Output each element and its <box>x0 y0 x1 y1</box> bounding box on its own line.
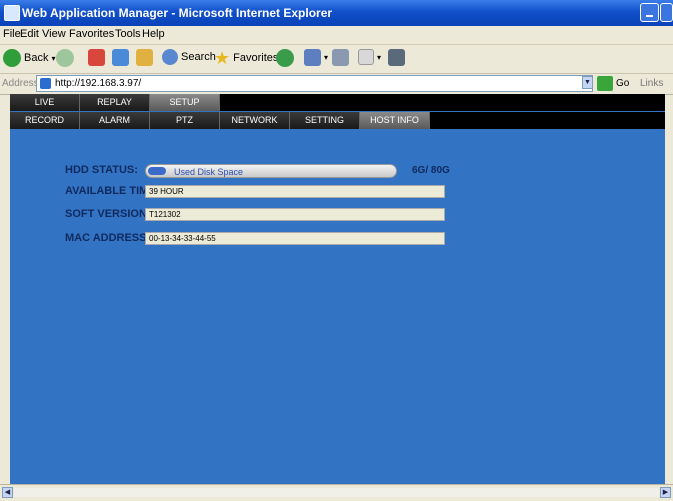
forward-button[interactable] <box>56 49 74 67</box>
menu-favorites[interactable]: Favorites <box>69 28 114 40</box>
hdd-usage-text: Used Disk Space <box>174 167 244 177</box>
hdd-usage-fill <box>148 167 166 175</box>
scroll-left-icon[interactable]: ◀ <box>2 487 13 498</box>
mail-button[interactable]: ▾ <box>304 49 328 66</box>
menu-tools[interactable]: Tools <box>115 28 141 40</box>
links-button[interactable]: Links <box>640 78 663 89</box>
menu-edit[interactable]: Edit <box>20 28 39 40</box>
menu-view[interactable]: View <box>42 28 66 40</box>
history-icon <box>276 49 294 67</box>
scroll-track[interactable] <box>14 488 659 497</box>
window-title-bar: Web Application Manager - Microsoft Inte… <box>0 0 673 26</box>
soft-version-field: T121302 <box>145 208 445 221</box>
window-title: Web Application Manager - Microsoft Inte… <box>22 6 333 20</box>
subtab-ptz[interactable]: PTZ <box>150 112 220 129</box>
mac-address-field: 00-13-34-33-44-55 <box>145 232 445 245</box>
tab-setup[interactable]: SETUP <box>150 94 220 111</box>
horizontal-scrollbar[interactable]: ◀ ▶ <box>0 484 673 501</box>
setup-sub-nav-bar: RECORD ALARM PTZ NETWORK SETTING HOST IN… <box>10 112 665 129</box>
forward-arrow-icon <box>56 49 74 67</box>
hdd-capacity: 6G/ 80G <box>412 165 450 176</box>
menu-help[interactable]: Help <box>142 28 165 40</box>
available-time-label: AVAILABLE TIME <box>65 185 156 197</box>
page-icon <box>40 78 51 89</box>
hdd-status-label: HDD STATUS: <box>65 164 138 176</box>
edit-button[interactable]: ▾ <box>358 49 381 65</box>
maximize-button[interactable] <box>660 3 673 22</box>
ie-app-icon <box>4 5 20 21</box>
minimize-button[interactable] <box>640 3 659 22</box>
go-arrow-icon[interactable] <box>597 76 613 91</box>
refresh-icon <box>112 49 129 66</box>
chevron-down-icon: ▾ <box>377 52 382 62</box>
search-icon <box>162 49 178 65</box>
scroll-right-icon[interactable]: ▶ <box>660 487 671 498</box>
subtab-record[interactable]: RECORD <box>10 112 80 129</box>
address-bar: Address http://192.168.3.97/ ▼ Go Links <box>0 74 673 95</box>
favorites-label: Favorites <box>233 52 279 64</box>
history-button[interactable] <box>276 49 294 67</box>
address-url: http://192.168.3.97/ <box>55 78 142 89</box>
favorites-button[interactable]: ★ Favorites <box>214 49 278 67</box>
back-arrow-icon <box>3 49 21 67</box>
messenger-button[interactable] <box>388 49 405 66</box>
chevron-down-icon: ▾ <box>51 53 56 63</box>
menu-file[interactable]: File <box>3 28 21 40</box>
address-label: Address <box>2 78 39 89</box>
web-content-area: LIVE REPLAY SETUP RECORD ALARM PTZ NETWO… <box>10 94 665 484</box>
stop-button[interactable] <box>88 49 105 66</box>
subtab-host-info[interactable]: HOST INFO <box>360 112 430 129</box>
subtab-network[interactable]: NETWORK <box>220 112 290 129</box>
home-button[interactable] <box>136 49 153 66</box>
print-icon <box>332 49 349 66</box>
go-button[interactable]: Go <box>616 78 629 89</box>
messenger-icon <box>388 49 405 66</box>
star-icon: ★ <box>214 48 231 68</box>
refresh-button[interactable] <box>112 49 129 66</box>
subtab-setting[interactable]: SETTING <box>290 112 360 129</box>
tab-live[interactable]: LIVE <box>10 94 80 111</box>
chevron-down-icon: ▾ <box>324 53 329 62</box>
tab-replay[interactable]: REPLAY <box>80 94 150 111</box>
address-dropdown-button[interactable]: ▼ <box>582 76 593 89</box>
edit-icon <box>358 49 374 65</box>
hdd-usage-bar: Used Disk Space <box>145 164 397 178</box>
browser-toolbar: Back ▾ Search ★ Favorites ▾ ▾ <box>0 45 673 74</box>
home-icon <box>136 49 153 66</box>
available-time-field: 39 HOUR <box>145 185 445 198</box>
address-input[interactable]: http://192.168.3.97/ <box>36 75 593 92</box>
back-button[interactable]: Back ▾ <box>3 49 55 67</box>
search-label: Search <box>181 51 216 63</box>
mac-address-label: MAC ADDRESS <box>65 232 147 244</box>
back-label: Back <box>24 52 49 64</box>
menu-bar: File Edit View Favorites Tools Help <box>0 26 673 45</box>
search-button[interactable]: Search <box>162 49 216 65</box>
print-button[interactable] <box>332 49 349 66</box>
mail-icon <box>304 49 321 66</box>
soft-version-label: SOFT VERSION <box>65 208 147 220</box>
main-nav-bar: LIVE REPLAY SETUP <box>10 94 665 111</box>
stop-icon <box>88 49 105 66</box>
subtab-alarm[interactable]: ALARM <box>80 112 150 129</box>
